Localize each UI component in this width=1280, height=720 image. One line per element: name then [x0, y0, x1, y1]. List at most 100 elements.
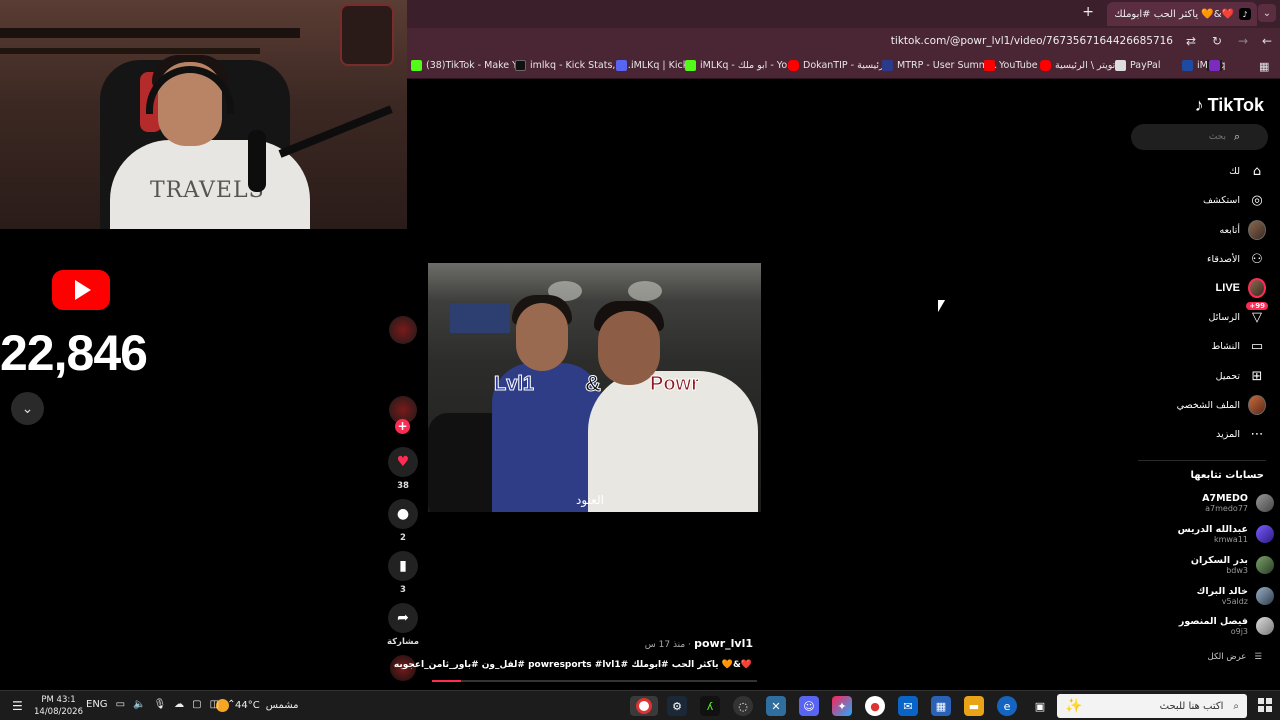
save-button[interactable]: ▮ 3	[388, 551, 418, 595]
bookmark-item[interactable]	[1207, 60, 1222, 71]
nav-label: أتابعه	[1219, 224, 1241, 236]
app-icon[interactable]: ʎ	[700, 696, 720, 716]
clock-date: 14/08/2026	[34, 707, 83, 717]
search-icon[interactable]: ⌕	[1234, 130, 1240, 144]
following-account[interactable]: خالد البراك v5aldz	[1134, 583, 1274, 609]
video-player[interactable]: Lvl1 & Powr العنود	[428, 263, 761, 512]
clock[interactable]: PM 43:1 14/08/2026	[34, 694, 83, 718]
forward-arrow-icon[interactable]: →	[1238, 34, 1248, 48]
edge-icon[interactable]: e	[997, 696, 1017, 716]
discord-icon[interactable]: ☺	[799, 696, 819, 716]
bookmark-item[interactable]: YouTube	[984, 60, 1038, 71]
account-handle: kmwa11	[1213, 535, 1248, 544]
more-icon: ⋯	[1250, 426, 1264, 442]
chevron-down-icon[interactable]: ⌄	[11, 392, 44, 425]
following-account[interactable]: عبدالله الدريس kmwa11	[1134, 521, 1274, 547]
search-input[interactable]	[1131, 132, 1226, 142]
bookmark-item[interactable]: (38)TikTok - Make Y...	[411, 60, 525, 71]
webcam-overlay: TRAVELS	[0, 0, 407, 229]
store-icon[interactable]: ▦	[931, 696, 951, 716]
device-icon[interactable]: ▢	[192, 699, 201, 710]
microphone	[248, 130, 266, 192]
like-button[interactable]: ♥ 38	[388, 447, 418, 491]
taskbar-search[interactable]: ⌕ اكتب هنا للبحث ✨	[1057, 694, 1247, 718]
account-handle: a7medo77	[1205, 504, 1248, 513]
video-author-line[interactable]: powr_lvl1 · منذ 17 س	[645, 637, 753, 650]
youtube-icon	[1040, 60, 1051, 71]
see-all-label: عرض الكل	[1207, 652, 1247, 662]
nav-messages[interactable]: ▽ 99+ الرسائل	[1208, 302, 1268, 327]
following-account[interactable]: بدر السكران bdw3	[1134, 552, 1274, 578]
tiktok-logo[interactable]: ♪ TikTok	[1195, 95, 1264, 116]
task-view-icon[interactable]: ▣	[1030, 696, 1050, 716]
mouse-cursor-icon	[938, 300, 945, 312]
active-tab[interactable]: ♪ ❤️&🧡 ياكثر الحب #ابوملك	[1107, 2, 1257, 26]
volume-icon[interactable]: 🔈	[133, 699, 145, 710]
cloud-icon[interactable]: ☁	[174, 699, 184, 710]
reload-icon[interactable]: ↻	[1212, 34, 1222, 48]
bookmark-label: DokanTIP - الرئيسية	[803, 60, 890, 71]
outlook-icon[interactable]: ✉	[898, 696, 918, 716]
nav-friends[interactable]: ⚇ الأصدقاء	[1207, 249, 1266, 269]
steam-icon[interactable]: ⚙	[667, 696, 687, 716]
windows-start-icon[interactable]	[1258, 698, 1272, 712]
following-account[interactable]: فيصل المنصور o9j3	[1134, 613, 1274, 639]
sparkle-icon: ✨	[1065, 698, 1083, 714]
app-icon[interactable]: ◌	[733, 696, 753, 716]
bookmark-item[interactable]: iMLKq - ابو ملك - Yo...	[685, 60, 796, 71]
video-progress-bar[interactable]	[432, 680, 757, 682]
bookmark-item[interactable]: DokanTIP - الرئيسية	[788, 60, 890, 71]
see-all-link[interactable]: ☰ عرض الكل	[1208, 652, 1262, 662]
app-tray-icon[interactable]: ◫	[210, 699, 219, 710]
nav-following[interactable]: أتابعه	[1219, 220, 1266, 240]
new-tab-button[interactable]: +	[1082, 4, 1094, 20]
bookmark-label: iMLKq - ابو ملك - Yo...	[700, 60, 797, 71]
nav-label: الملف الشخصي	[1176, 399, 1240, 411]
bookmark-label: iMLKq | Kick	[631, 60, 689, 71]
upload-icon: ⊞	[1251, 368, 1263, 384]
comment-icon: ●	[388, 499, 418, 529]
app-icon[interactable]: ✕	[766, 696, 786, 716]
site-settings-icon[interactable]: ⇄	[1186, 34, 1196, 48]
paypal-icon	[1182, 60, 1193, 71]
video-author[interactable]: powr_lvl1	[694, 637, 753, 650]
bookmark-item[interactable]: iMLKq | Kick	[616, 60, 688, 71]
bookmark-item[interactable]: PayPal	[1115, 60, 1161, 71]
network-icon[interactable]: ▭	[116, 699, 125, 710]
tab-search-icon[interactable]: ⌄	[1258, 4, 1276, 22]
notification-icon[interactable]: ☰	[12, 699, 23, 713]
copilot-icon[interactable]: ✦	[832, 696, 852, 716]
nav-for-you[interactable]: ⌂ لك	[1229, 161, 1266, 181]
avatar	[1256, 617, 1274, 635]
all-bookmarks-icon[interactable]: ▦	[1259, 60, 1269, 73]
nav-activity[interactable]: ▭ النشاط	[1211, 336, 1266, 356]
bookmark-item[interactable]: MTRP - User Summ...	[882, 60, 997, 71]
taskbar: ⌕ اكتب هنا للبحث ✨ ▣ e ▬ ▦ ✉ ● ✦ ☺ ✕ ◌ ʎ…	[0, 690, 1280, 720]
back-arrow-icon[interactable]: ←	[1262, 34, 1272, 48]
nav-label: الرسائل	[1208, 311, 1240, 323]
comment-button[interactable]: ● 2	[388, 499, 418, 543]
profile-avatar	[1248, 395, 1266, 415]
chrome-icon[interactable]	[630, 696, 658, 716]
share-label: مشاركة	[386, 637, 420, 647]
search-bar[interactable]: ⌕	[1131, 124, 1268, 150]
mic-icon[interactable]: 🎙	[153, 699, 166, 710]
inbox-icon: ▽ 99+	[1246, 302, 1268, 326]
creator-avatar[interactable]	[389, 316, 417, 344]
follow-plus-icon[interactable]: +	[395, 419, 410, 434]
nav-profile[interactable]: الملف الشخصي	[1177, 395, 1266, 415]
following-account[interactable]: A7MEDO a7medo77	[1134, 490, 1274, 516]
bookmark-item[interactable]: تويتر \ الرئيسية	[1040, 60, 1115, 71]
nav-explore[interactable]: ◎ استكشف	[1203, 190, 1266, 210]
language-indicator[interactable]: ENG	[86, 699, 108, 710]
nav-upload[interactable]: ⊞ تحميل	[1216, 366, 1266, 386]
nav-more[interactable]: ⋯ المزيد	[1216, 424, 1266, 444]
url-field[interactable]: tiktok.com/@powr_lvl1/video/767356716442…	[891, 35, 1173, 47]
nav-live[interactable]: LIVE	[1216, 278, 1266, 298]
weather-temp: 44°C	[235, 700, 260, 711]
chrome-icon[interactable]: ●	[865, 696, 885, 716]
video-caption-left: Lvl1	[493, 373, 535, 396]
chevron-up-icon[interactable]: ⌃	[227, 699, 235, 710]
file-explorer-icon[interactable]: ▬	[964, 696, 984, 716]
share-button[interactable]: ➦ مشاركة	[386, 603, 420, 647]
